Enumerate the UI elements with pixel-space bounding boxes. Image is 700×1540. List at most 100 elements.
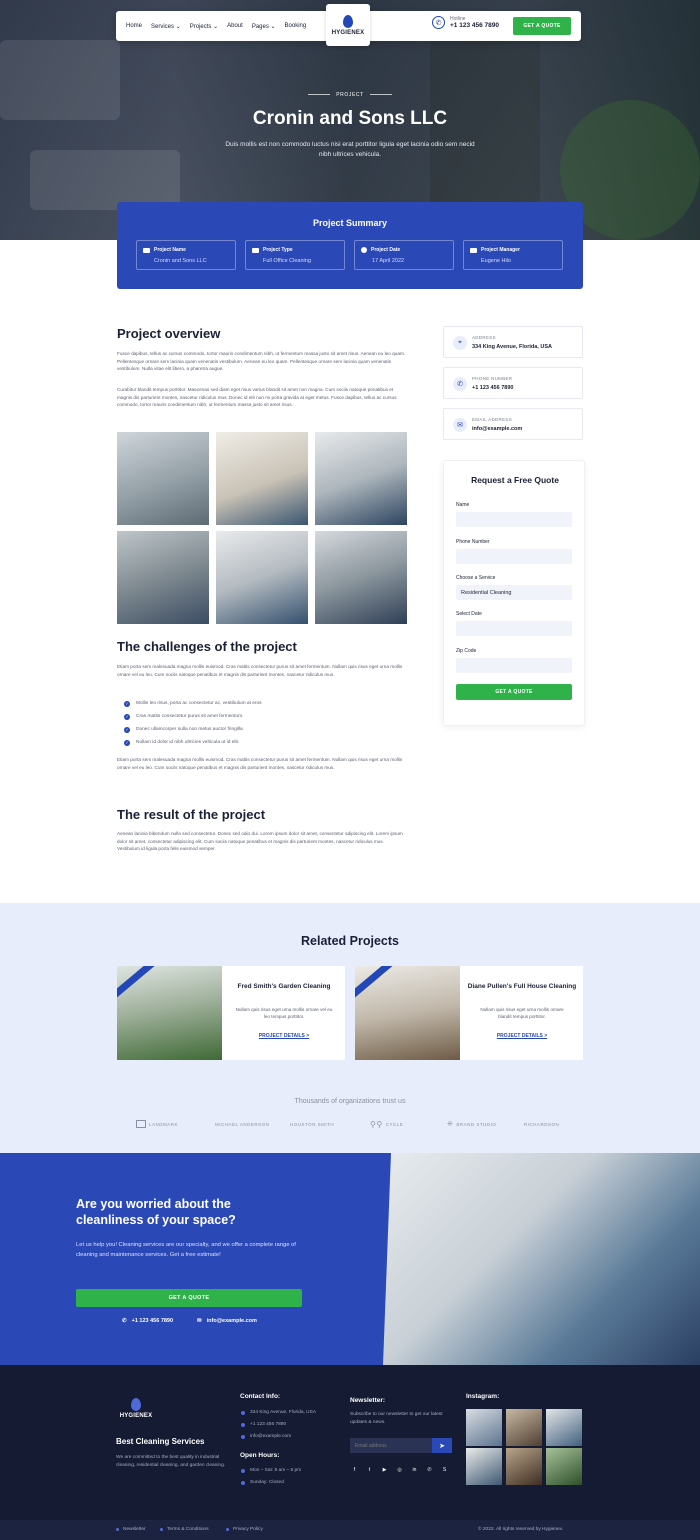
project-details-link[interactable]: PROJECT DETAILS > [467, 1033, 577, 1039]
footer-tagline: Best Cleaning Services [116, 1437, 205, 1446]
ribbon-badge [355, 966, 397, 1002]
contact-address: ⌖ ADDRESS 334 King Avenue, Florida, USA [443, 326, 583, 358]
facebook-icon[interactable]: f [350, 1467, 359, 1473]
footer-bottom-bar [0, 1520, 700, 1540]
client-logo: HOUSTON SMITH [290, 1121, 335, 1127]
youtube-icon[interactable]: ▶ [380, 1467, 389, 1473]
project-summary: Project Summary Project Name Cronin and … [117, 202, 583, 289]
contact-phone[interactable]: ✆ PHONE NUMBER +1 123 456 7890 [443, 367, 583, 399]
instagram-photo[interactable] [506, 1409, 542, 1446]
cta-phone[interactable]: ✆ +1 123 456 7890 [122, 1318, 173, 1324]
instagram-photo[interactable] [546, 1448, 582, 1485]
related-card[interactable]: Fred Smith's Garden Cleaning Nullam quis… [117, 966, 345, 1060]
date-field[interactable] [456, 621, 572, 636]
nav-booking[interactable]: Booking [285, 23, 307, 29]
gallery-photo[interactable] [216, 531, 308, 624]
building-icon [252, 247, 259, 253]
chevron-down-icon: ⌄ [213, 23, 219, 30]
phone-icon: ✆ [432, 16, 445, 29]
related-card[interactable]: Diane Pullen's Full House Cleaning Nulla… [355, 966, 583, 1060]
instagram-photo[interactable] [466, 1448, 502, 1485]
nav-quote-button[interactable]: GET A QUOTE [513, 17, 571, 35]
summary-card-manager: Project Manager Eugene Hilo [463, 240, 563, 270]
name-field[interactable] [456, 512, 572, 527]
instagram-photo[interactable] [546, 1409, 582, 1446]
skype-icon[interactable]: S [440, 1467, 449, 1473]
summary-card-date: Project Date 17 April 2022 [354, 240, 454, 270]
quote-form: Request a Free Quote Name Phone Number C… [443, 460, 585, 726]
client-logo: RICHARDSON [524, 1121, 560, 1127]
instagram-photo[interactable] [506, 1448, 542, 1485]
main-menu: Home Services ⌄ Projects ⌄ About Pages ⌄… [126, 11, 306, 41]
check-icon: ✓ [124, 713, 130, 720]
project-details-link[interactable]: PROJECT DETAILS > [229, 1033, 339, 1039]
client-logo: LANDMARK [136, 1117, 178, 1131]
summary-card-type: Project Type Full Office Cleaning [245, 240, 345, 270]
client-logo: MICHAEL ANDERSON [215, 1121, 270, 1127]
ribbon-badge [117, 966, 159, 1002]
hotline[interactable]: ✆ Hotline +1 123 456 7890 [432, 16, 499, 29]
challenges-paragraph: Etiam porta sem malesuada magna mollis e… [117, 664, 403, 677]
check-icon: ✓ [124, 726, 130, 733]
hours-weekday: Mon – Sat: 8 am – 5 pm [241, 1468, 301, 1473]
instagram-photo[interactable] [466, 1409, 502, 1446]
phone-icon: ✆ [122, 1318, 127, 1324]
nav-pages[interactable]: Pages ⌄ [252, 23, 276, 30]
hotline-number: +1 123 456 7890 [450, 22, 499, 29]
challenges-paragraph: Etiam porta sem malesuada magna mollis e… [117, 757, 403, 770]
hours-sunday: Sunday: Closed [241, 1480, 284, 1485]
gallery-photo[interactable] [117, 531, 209, 624]
hero-subtitle: Duis mollis est non commodo luctus nisi … [225, 141, 475, 158]
client-logo: ⚲⚲ CYCLE [370, 1119, 404, 1129]
whatsapp-icon[interactable]: ✆ [425, 1467, 434, 1473]
location-icon: ⌖ [453, 336, 467, 350]
linkedin-icon[interactable]: in [410, 1467, 419, 1473]
footer-phone[interactable]: +1 123 456 7890 [241, 1422, 286, 1427]
list-item: ✓ Donec ullamcorper nulla non metus aucto… [124, 726, 243, 733]
phone-field[interactable] [456, 549, 572, 564]
mail-icon: ✉ [453, 418, 467, 432]
water-drop-icon [343, 14, 353, 28]
send-icon[interactable]: ➤ [432, 1438, 452, 1453]
service-label: Choose a Service [456, 575, 496, 581]
footer-email[interactable]: info@example.com [241, 1434, 291, 1439]
instagram-heading: Instagram: [466, 1393, 500, 1400]
zip-label: Zip Code [456, 648, 477, 654]
nav-about[interactable]: About [227, 23, 243, 29]
trust-heading: Thousands of organizations trust us [294, 1098, 406, 1105]
date-label: Select Date [456, 611, 482, 617]
gallery-photo[interactable] [117, 432, 209, 525]
contact-email[interactable]: ✉ EMAIL ADDRESS info@example.com [443, 408, 583, 440]
newsletter-text: Subscribe to our newsletter to get our l… [350, 1412, 443, 1425]
copyright: © 2022. All rights reserved by Hygienex. [478, 1527, 564, 1532]
nav-services[interactable]: Services ⌄ [151, 23, 181, 30]
cta-quote-button[interactable]: GET A QUOTE [76, 1289, 302, 1307]
client-logo: ⁜ BRAND STUDIO [447, 1121, 497, 1128]
newsletter-email-input[interactable] [350, 1438, 432, 1453]
footer-link-privacy[interactable]: Privacy Policy [226, 1527, 263, 1532]
gallery-photo[interactable] [216, 432, 308, 525]
list-item: ✓ Mollis leo risus, porta ac consectetur … [124, 700, 262, 707]
related-photo [355, 966, 460, 1060]
instagram-icon[interactable]: ◎ [395, 1467, 404, 1473]
twitter-icon[interactable]: t [365, 1467, 374, 1473]
phone-icon: ✆ [453, 377, 467, 391]
gallery-photo[interactable] [315, 531, 407, 624]
phone-label: Phone Number [456, 539, 490, 545]
name-label: Name [456, 502, 470, 508]
cta-email[interactable]: ✉ info@example.com [197, 1318, 257, 1324]
gallery-photo[interactable] [315, 432, 407, 525]
service-select[interactable]: Residential Cleaning [456, 585, 572, 600]
hero-eyebrow: PROJECT [0, 92, 700, 98]
nav-projects[interactable]: Projects ⌄ [190, 23, 218, 30]
site-logo[interactable]: HYGIENEX [326, 4, 370, 46]
cleaning-team-photo [383, 1153, 700, 1365]
footer-logo[interactable]: HYGIENEX [116, 1398, 156, 1419]
footer-link-terms[interactable]: Terms & Conditions [160, 1527, 209, 1532]
quote-submit-button[interactable]: GET A QUOTE [456, 684, 572, 700]
footer-link-newsletter[interactable]: Newsletter [116, 1527, 146, 1532]
challenges-list: ✓ Mollis leo risus, porta ac consectetur … [124, 697, 404, 749]
zip-field[interactable] [456, 658, 572, 673]
nav-home[interactable]: Home [126, 23, 142, 29]
chevron-down-icon: ⌄ [175, 23, 181, 30]
